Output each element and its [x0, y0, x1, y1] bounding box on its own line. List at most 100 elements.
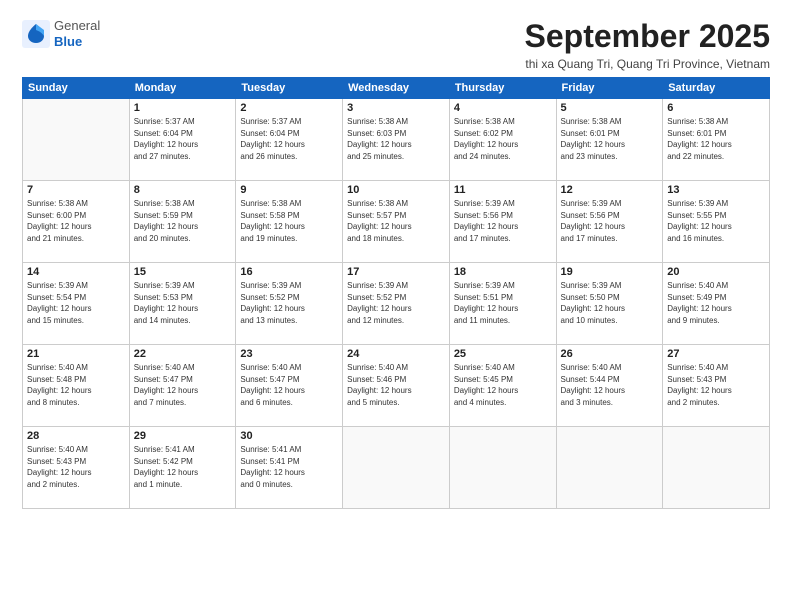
cell-info: Sunrise: 5:38 AMSunset: 6:03 PMDaylight:… — [347, 116, 445, 162]
month-title: September 2025 — [525, 18, 770, 55]
table-cell: 13 Sunrise: 5:39 AMSunset: 5:55 PMDayligh… — [663, 181, 770, 263]
table-cell: 28 Sunrise: 5:40 AMSunset: 5:43 PMDayligh… — [23, 427, 130, 509]
logo: General Blue — [22, 18, 100, 49]
cell-info: Sunrise: 5:39 AMSunset: 5:55 PMDaylight:… — [667, 198, 765, 244]
cell-info: Sunrise: 5:40 AMSunset: 5:47 PMDaylight:… — [240, 362, 338, 408]
day-number: 22 — [134, 348, 232, 360]
th-friday: Friday — [556, 78, 663, 99]
logo-blue: Blue — [54, 34, 100, 50]
table-cell: 9 Sunrise: 5:38 AMSunset: 5:58 PMDaylight… — [236, 181, 343, 263]
logo-text: General Blue — [54, 18, 100, 49]
day-number: 26 — [561, 348, 659, 360]
calendar-table: Sunday Monday Tuesday Wednesday Thursday… — [22, 77, 770, 509]
table-cell: 1 Sunrise: 5:37 AMSunset: 6:04 PMDaylight… — [129, 99, 236, 181]
table-cell: 3 Sunrise: 5:38 AMSunset: 6:03 PMDaylight… — [343, 99, 450, 181]
table-cell: 22 Sunrise: 5:40 AMSunset: 5:47 PMDayligh… — [129, 345, 236, 427]
table-cell: 5 Sunrise: 5:38 AMSunset: 6:01 PMDaylight… — [556, 99, 663, 181]
day-number: 21 — [27, 348, 125, 360]
table-cell — [556, 427, 663, 509]
day-number: 24 — [347, 348, 445, 360]
day-number: 5 — [561, 102, 659, 114]
day-number: 27 — [667, 348, 765, 360]
cell-info: Sunrise: 5:38 AMSunset: 6:01 PMDaylight:… — [667, 116, 765, 162]
day-number: 9 — [240, 184, 338, 196]
day-number: 23 — [240, 348, 338, 360]
th-sunday: Sunday — [23, 78, 130, 99]
location: thi xa Quang Tri, Quang Tri Province, Vi… — [525, 57, 770, 71]
cell-info: Sunrise: 5:38 AMSunset: 6:02 PMDaylight:… — [454, 116, 552, 162]
table-cell: 17 Sunrise: 5:39 AMSunset: 5:52 PMDayligh… — [343, 263, 450, 345]
th-saturday: Saturday — [663, 78, 770, 99]
calendar-header-row: Sunday Monday Tuesday Wednesday Thursday… — [23, 78, 770, 99]
day-number: 20 — [667, 266, 765, 278]
day-number: 14 — [27, 266, 125, 278]
day-number: 11 — [454, 184, 552, 196]
cell-info: Sunrise: 5:38 AMSunset: 6:00 PMDaylight:… — [27, 198, 125, 244]
table-cell — [23, 99, 130, 181]
th-thursday: Thursday — [449, 78, 556, 99]
table-cell: 2 Sunrise: 5:37 AMSunset: 6:04 PMDaylight… — [236, 99, 343, 181]
cell-info: Sunrise: 5:40 AMSunset: 5:48 PMDaylight:… — [27, 362, 125, 408]
day-number: 4 — [454, 102, 552, 114]
table-cell: 24 Sunrise: 5:40 AMSunset: 5:46 PMDayligh… — [343, 345, 450, 427]
week-row-1: 1 Sunrise: 5:37 AMSunset: 6:04 PMDaylight… — [23, 99, 770, 181]
day-number: 3 — [347, 102, 445, 114]
week-row-3: 14Sunrise: 5:39 AMSunset: 5:54 PMDayligh… — [23, 263, 770, 345]
cell-info: Sunrise: 5:41 AMSunset: 5:41 PMDaylight:… — [240, 444, 338, 490]
cell-info: Sunrise: 5:40 AMSunset: 5:43 PMDaylight:… — [27, 444, 125, 490]
day-number: 19 — [561, 266, 659, 278]
table-cell: 16Sunrise: 5:39 AMSunset: 5:52 PMDayligh… — [236, 263, 343, 345]
day-number: 17 — [347, 266, 445, 278]
table-cell: 7Sunrise: 5:38 AMSunset: 6:00 PMDaylight… — [23, 181, 130, 263]
cell-info: Sunrise: 5:41 AMSunset: 5:42 PMDaylight:… — [134, 444, 232, 490]
day-number: 28 — [27, 430, 125, 442]
day-number: 6 — [667, 102, 765, 114]
day-number: 2 — [240, 102, 338, 114]
table-cell: 20 Sunrise: 5:40 AMSunset: 5:49 PMDayligh… — [663, 263, 770, 345]
cell-info: Sunrise: 5:40 AMSunset: 5:47 PMDaylight:… — [134, 362, 232, 408]
week-row-2: 7Sunrise: 5:38 AMSunset: 6:00 PMDaylight… — [23, 181, 770, 263]
day-number: 18 — [454, 266, 552, 278]
day-number: 1 — [134, 102, 232, 114]
logo-icon — [22, 20, 50, 48]
table-cell: 10Sunrise: 5:38 AMSunset: 5:57 PMDayligh… — [343, 181, 450, 263]
table-cell: 15 Sunrise: 5:39 AMSunset: 5:53 PMDayligh… — [129, 263, 236, 345]
page: General Blue September 2025 thi xa Quang… — [0, 0, 792, 612]
cell-info: Sunrise: 5:39 AMSunset: 5:56 PMDaylight:… — [454, 198, 552, 244]
day-number: 15 — [134, 266, 232, 278]
cell-info: Sunrise: 5:38 AMSunset: 5:59 PMDaylight:… — [134, 198, 232, 244]
table-cell: 25Sunrise: 5:40 AMSunset: 5:45 PMDayligh… — [449, 345, 556, 427]
table-cell: 30 Sunrise: 5:41 AMSunset: 5:41 PMDayligh… — [236, 427, 343, 509]
th-tuesday: Tuesday — [236, 78, 343, 99]
day-number: 30 — [240, 430, 338, 442]
table-cell: 27 Sunrise: 5:40 AMSunset: 5:43 PMDayligh… — [663, 345, 770, 427]
cell-info: Sunrise: 5:37 AMSunset: 6:04 PMDaylight:… — [240, 116, 338, 162]
cell-info: Sunrise: 5:40 AMSunset: 5:43 PMDaylight:… — [667, 362, 765, 408]
th-monday: Monday — [129, 78, 236, 99]
table-cell: 18 Sunrise: 5:39 AMSunset: 5:51 PMDayligh… — [449, 263, 556, 345]
cell-info: Sunrise: 5:39 AMSunset: 5:52 PMDaylight:… — [240, 280, 338, 326]
table-cell: 8Sunrise: 5:38 AMSunset: 5:59 PMDaylight… — [129, 181, 236, 263]
table-cell: 14Sunrise: 5:39 AMSunset: 5:54 PMDayligh… — [23, 263, 130, 345]
table-cell: 12Sunrise: 5:39 AMSunset: 5:56 PMDayligh… — [556, 181, 663, 263]
day-number: 13 — [667, 184, 765, 196]
cell-info: Sunrise: 5:38 AMSunset: 6:01 PMDaylight:… — [561, 116, 659, 162]
cell-info: Sunrise: 5:40 AMSunset: 5:49 PMDaylight:… — [667, 280, 765, 326]
table-cell: 26 Sunrise: 5:40 AMSunset: 5:44 PMDayligh… — [556, 345, 663, 427]
cell-info: Sunrise: 5:40 AMSunset: 5:46 PMDaylight:… — [347, 362, 445, 408]
title-block: September 2025 thi xa Quang Tri, Quang T… — [525, 18, 770, 71]
cell-info: Sunrise: 5:40 AMSunset: 5:44 PMDaylight:… — [561, 362, 659, 408]
table-cell: 29Sunrise: 5:41 AMSunset: 5:42 PMDayligh… — [129, 427, 236, 509]
cell-info: Sunrise: 5:38 AMSunset: 5:57 PMDaylight:… — [347, 198, 445, 244]
week-row-4: 21 Sunrise: 5:40 AMSunset: 5:48 PMDayligh… — [23, 345, 770, 427]
cell-info: Sunrise: 5:37 AMSunset: 6:04 PMDaylight:… — [134, 116, 232, 162]
cell-info: Sunrise: 5:38 AMSunset: 5:58 PMDaylight:… — [240, 198, 338, 244]
cell-info: Sunrise: 5:39 AMSunset: 5:50 PMDaylight:… — [561, 280, 659, 326]
cell-info: Sunrise: 5:39 AMSunset: 5:52 PMDaylight:… — [347, 280, 445, 326]
week-row-5: 28 Sunrise: 5:40 AMSunset: 5:43 PMDayligh… — [23, 427, 770, 509]
logo-general: General — [54, 18, 100, 34]
cell-info: Sunrise: 5:39 AMSunset: 5:53 PMDaylight:… — [134, 280, 232, 326]
table-cell: 4 Sunrise: 5:38 AMSunset: 6:02 PMDaylight… — [449, 99, 556, 181]
cell-info: Sunrise: 5:39 AMSunset: 5:51 PMDaylight:… — [454, 280, 552, 326]
table-cell: 21 Sunrise: 5:40 AMSunset: 5:48 PMDayligh… — [23, 345, 130, 427]
